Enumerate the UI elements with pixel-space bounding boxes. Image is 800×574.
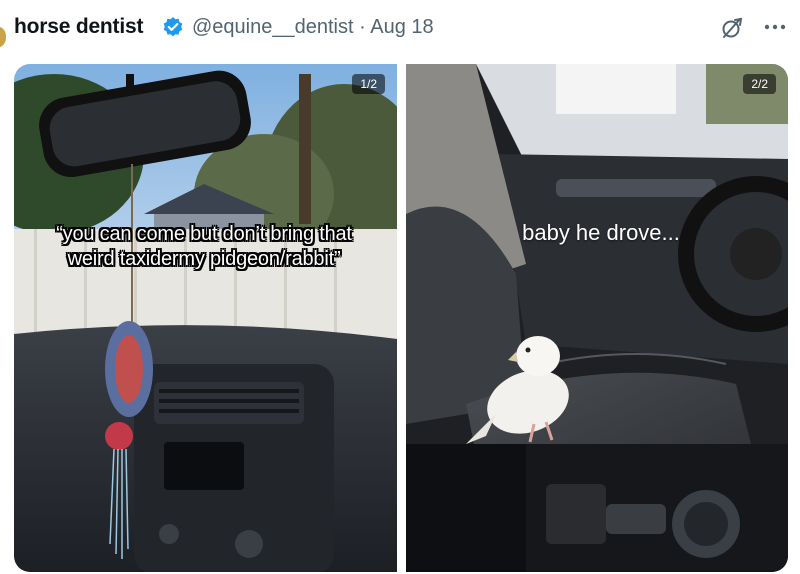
post-date[interactable]: Aug 18 [370,16,433,38]
avatar[interactable] [0,26,6,48]
media-grid: 1/2 “you can come but don’t bring that w… [14,64,788,572]
more-options-icon[interactable] [762,14,788,40]
photo-counter: 1/2 [352,74,385,94]
car-mirror-photo [14,64,397,572]
handle[interactable]: @equine__dentist [192,16,354,38]
photo-caption: baby he drove... [522,220,680,245]
post-header: horse dentist @equine__dentist · Aug 18 [0,0,800,58]
photo-caption: “you can come but don’t bring that weird… [56,223,352,270]
photo-2[interactable]: 2/2 baby he drove... [406,64,788,572]
verified-badge-icon [163,17,183,37]
bird-in-car-photo [406,64,788,572]
grok-icon[interactable] [720,16,744,40]
photo-counter: 2/2 [743,74,776,94]
separator: · [359,16,366,38]
handle-date-line: @equine__dentist · Aug 18 [192,16,434,39]
photo-1[interactable]: 1/2 “you can come but don’t bring that w… [14,64,397,572]
display-name[interactable]: horse dentist [14,15,143,39]
